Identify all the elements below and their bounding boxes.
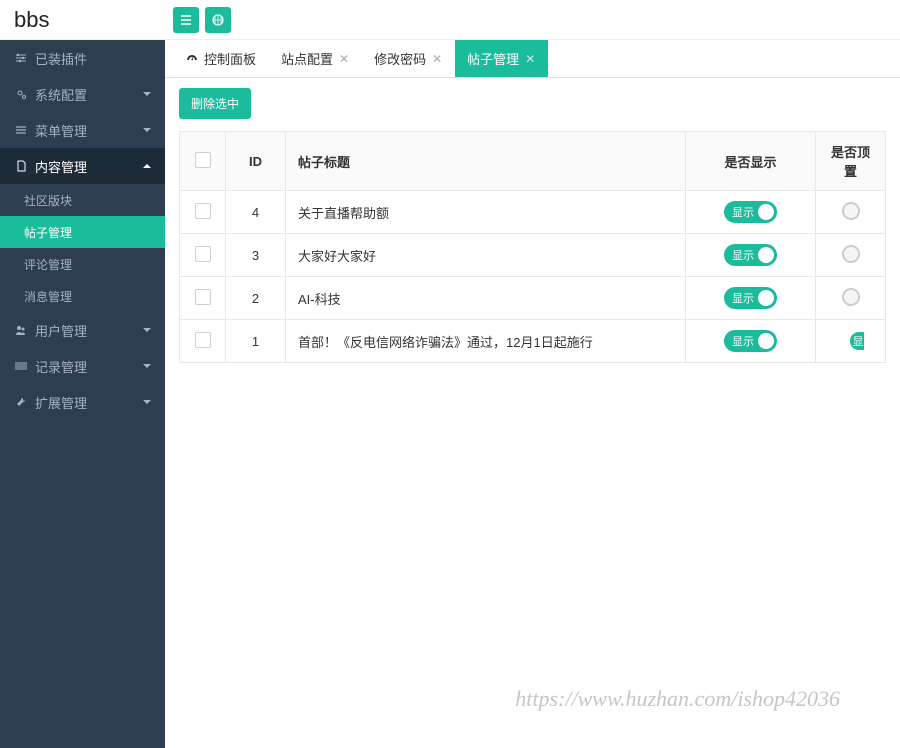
table-row: 2 AI-科技 显示 (180, 277, 886, 320)
show-toggle[interactable]: 显示 (724, 287, 777, 309)
toggle-label: 显示 (732, 247, 754, 263)
toggle-knob (758, 247, 774, 263)
menu-toggle-button[interactable] (173, 7, 199, 33)
sliders-icon (14, 52, 27, 65)
delete-selected-button[interactable]: 删除选中 (179, 88, 251, 119)
show-toggle[interactable]: 显示 (724, 201, 777, 223)
header-buttons (165, 7, 231, 33)
content-area: 删除选中 ID 帖子标题 是否显示 是否顶置 4 关于直播帮助额 (165, 78, 900, 748)
sidebar-subitem-label: 评论管理 (24, 256, 72, 273)
tab-change-password[interactable]: 修改密码 ✕ (362, 40, 455, 77)
show-toggle[interactable]: 显示 (724, 244, 777, 266)
chevron-down-icon (143, 92, 151, 96)
bars-icon (180, 13, 193, 26)
top-toggle-off[interactable] (842, 288, 860, 306)
cell-id: 3 (226, 234, 286, 277)
column-title: 帖子标题 (286, 132, 686, 191)
sidebar-item-system[interactable]: 系统配置 (0, 76, 165, 112)
toggle-knob (758, 333, 774, 349)
sidebar-item-menu[interactable]: 菜单管理 (0, 112, 165, 148)
users-icon (14, 324, 27, 337)
sidebar-item-extensions[interactable]: 扩展管理 (0, 384, 165, 420)
table-row: 3 大家好大家好 显示 (180, 234, 886, 277)
tab-label: 控制面板 (204, 49, 256, 68)
toggle-label: 显 (853, 333, 864, 349)
tab-label: 帖子管理 (467, 49, 519, 68)
close-icon[interactable]: ✕ (339, 52, 349, 66)
main-area: 控制面板 站点配置 ✕ 修改密码 ✕ 帖子管理 ✕ 删除选中 ID (165, 40, 900, 748)
table-row: 1 首部！《反电信网络诈骗法》通过，12月1日起施行 显示 显 (180, 320, 886, 363)
sidebar-subitem-posts[interactable]: 帖子管理 (0, 216, 165, 248)
sidebar-item-label: 系统配置 (35, 85, 87, 104)
sidebar-subitem-messages[interactable]: 消息管理 (0, 280, 165, 312)
chevron-up-icon (143, 164, 151, 168)
toggle-knob (758, 204, 774, 220)
cell-title: AI-科技 (286, 277, 686, 320)
cell-title: 大家好大家好 (286, 234, 686, 277)
chevron-down-icon (143, 128, 151, 132)
app-logo: bbs (0, 7, 165, 33)
cell-id: 2 (226, 277, 286, 320)
show-toggle[interactable]: 显示 (724, 330, 777, 352)
row-checkbox[interactable] (195, 332, 211, 348)
barcode-icon (14, 360, 27, 373)
sidebar-item-label: 已装插件 (35, 49, 87, 68)
sidebar-item-label: 记录管理 (35, 357, 87, 376)
row-checkbox[interactable] (195, 246, 211, 262)
sidebar: 已装插件 系统配置 菜单管理 内容管理 社区版块 帖子管理 评论管理 消息管理 … (0, 40, 165, 748)
cell-title: 首部！《反电信网络诈骗法》通过，12月1日起施行 (286, 320, 686, 363)
column-top: 是否顶置 (816, 132, 886, 191)
cogs-icon (14, 88, 27, 101)
sidebar-item-records[interactable]: 记录管理 (0, 348, 165, 384)
tab-label: 修改密码 (374, 49, 426, 68)
globe-button[interactable] (205, 7, 231, 33)
top-toggle-on[interactable]: 显 (850, 332, 864, 350)
tab-dashboard[interactable]: 控制面板 (173, 40, 269, 77)
cell-id: 4 (226, 191, 286, 234)
sidebar-subitem-label: 帖子管理 (24, 224, 72, 241)
sidebar-item-label: 用户管理 (35, 321, 87, 340)
toggle-knob (758, 290, 774, 306)
sidebar-subitem-comments[interactable]: 评论管理 (0, 248, 165, 280)
tab-posts[interactable]: 帖子管理 ✕ (455, 40, 548, 77)
close-icon[interactable]: ✕ (432, 52, 442, 66)
sidebar-subitem-community[interactable]: 社区版块 (0, 184, 165, 216)
file-icon (14, 160, 27, 173)
close-icon[interactable]: ✕ (525, 52, 535, 66)
top-toggle-off[interactable] (842, 245, 860, 263)
top-toggle-off[interactable] (842, 202, 860, 220)
row-checkbox[interactable] (195, 203, 211, 219)
column-show: 是否显示 (686, 132, 816, 191)
toggle-label: 显示 (732, 290, 754, 306)
chevron-down-icon (143, 400, 151, 404)
select-all-checkbox[interactable] (195, 152, 211, 168)
tab-label: 站点配置 (281, 49, 333, 68)
cell-title: 关于直播帮助额 (286, 191, 686, 234)
table-row: 4 关于直播帮助额 显示 (180, 191, 886, 234)
tab-site-config[interactable]: 站点配置 ✕ (269, 40, 362, 77)
cell-id: 1 (226, 320, 286, 363)
tab-bar: 控制面板 站点配置 ✕ 修改密码 ✕ 帖子管理 ✕ (165, 40, 900, 78)
posts-table: ID 帖子标题 是否显示 是否顶置 4 关于直播帮助额 显示 (179, 131, 886, 363)
table-header-row: ID 帖子标题 是否显示 是否顶置 (180, 132, 886, 191)
sidebar-subitem-label: 消息管理 (24, 288, 72, 305)
sidebar-item-label: 菜单管理 (35, 121, 87, 140)
dashboard-icon (185, 52, 198, 65)
chevron-down-icon (143, 364, 151, 368)
row-checkbox[interactable] (195, 289, 211, 305)
sidebar-item-users[interactable]: 用户管理 (0, 312, 165, 348)
globe-icon (212, 13, 225, 26)
wrench-icon (14, 396, 27, 409)
sidebar-item-content[interactable]: 内容管理 (0, 148, 165, 184)
bars-icon (14, 124, 27, 137)
toggle-label: 显示 (732, 204, 754, 220)
sidebar-item-label: 内容管理 (35, 157, 87, 176)
chevron-down-icon (143, 328, 151, 332)
header: bbs (0, 0, 900, 40)
sidebar-item-plugins[interactable]: 已装插件 (0, 40, 165, 76)
sidebar-subitem-label: 社区版块 (24, 192, 72, 209)
toggle-label: 显示 (732, 333, 754, 349)
sidebar-item-label: 扩展管理 (35, 393, 87, 412)
column-id: ID (226, 132, 286, 191)
